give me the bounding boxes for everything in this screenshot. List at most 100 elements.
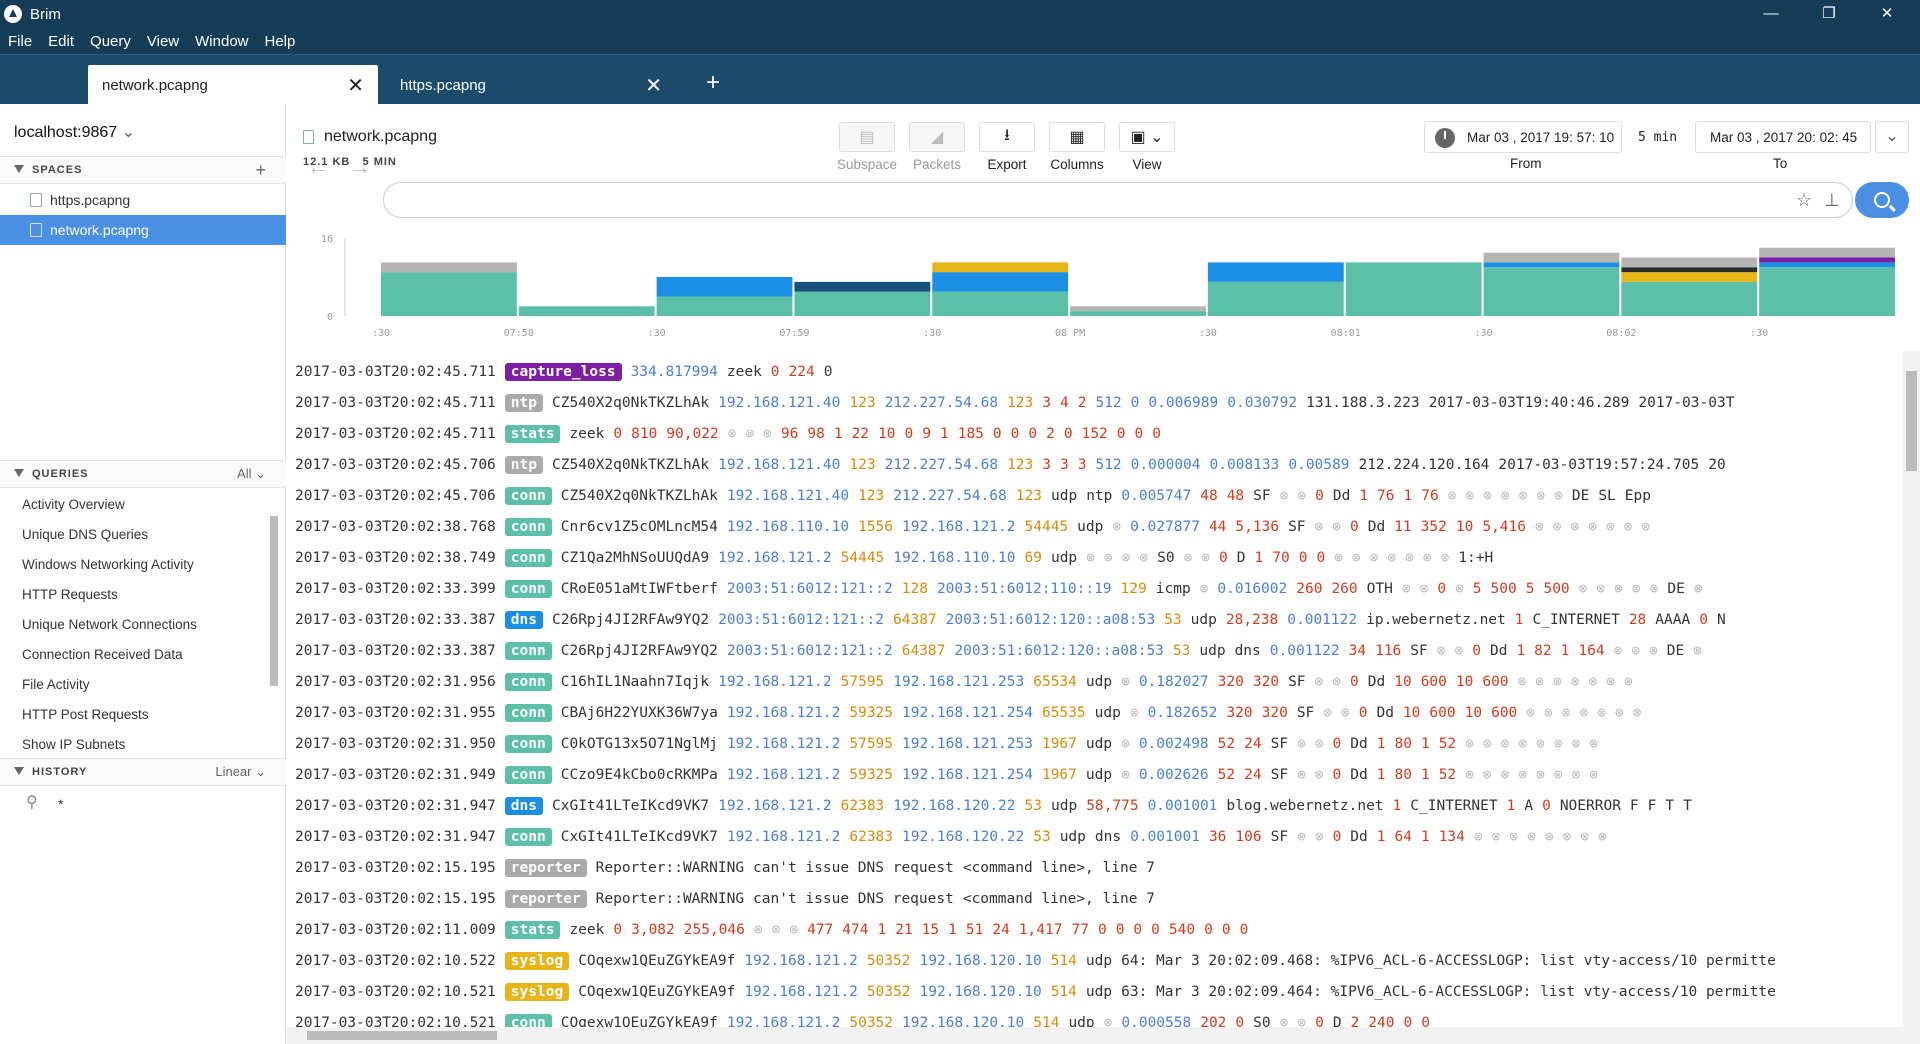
log-type-badge[interactable]: conn	[504, 1014, 552, 1027]
field-cell[interactable]: 1	[1421, 829, 1430, 845]
field-cell[interactable]: udp	[1086, 767, 1112, 783]
null-value-icon[interactable]: ⊗	[1423, 550, 1432, 566]
log-type-badge[interactable]: stats	[504, 425, 561, 443]
search-input[interactable]	[400, 189, 1780, 211]
field-cell[interactable]: 1556	[858, 519, 893, 535]
null-value-icon[interactable]: ⊗	[1465, 767, 1474, 783]
log-type-badge[interactable]: ntp	[504, 456, 543, 474]
field-cell[interactable]: C26Rpj4JI2RFAw9YQ2	[552, 612, 709, 628]
null-value-icon[interactable]: ⊗	[1501, 767, 1510, 783]
field-cell[interactable]: 474	[842, 922, 868, 938]
field-cell[interactable]: CxGIt41LTeIKcd9VK7	[561, 829, 718, 845]
log-type-badge[interactable]: capture_loss	[504, 363, 622, 381]
field-cell[interactable]: 0	[1222, 922, 1231, 938]
field-cell[interactable]: 514	[1033, 1015, 1059, 1027]
histogram-bar-dark[interactable]	[1621, 267, 1758, 273]
histogram-bar-conn[interactable]	[1207, 281, 1344, 316]
field-cell[interactable]: 80	[1394, 736, 1411, 752]
field-cell[interactable]: 2017-03-03T19:40:46.289	[1429, 395, 1630, 411]
field-cell[interactable]: 0	[1316, 550, 1325, 566]
field-cell[interactable]: ip.webernetz.net	[1366, 612, 1506, 628]
field-cell[interactable]: 64: Mar 3 20:02:09.468: %IPV6_ACL-6-ACCE…	[1121, 953, 1776, 969]
null-value-icon[interactable]: ⊗	[1465, 488, 1474, 504]
null-value-icon[interactable]: ⊗	[1474, 829, 1483, 845]
field-cell[interactable]: 0	[1333, 736, 1342, 752]
field-cell[interactable]: 53	[1164, 612, 1181, 628]
null-value-icon[interactable]: ⊗	[1554, 488, 1563, 504]
field-cell[interactable]: 0.182652	[1148, 705, 1218, 721]
field-cell[interactable]: CZ540X2q0NkTKZLhAk	[561, 488, 718, 504]
field-cell[interactable]: 48	[1227, 488, 1244, 504]
null-value-icon[interactable]: ⊗	[1297, 767, 1306, 783]
field-cell[interactable]: 52	[1218, 767, 1235, 783]
field-cell[interactable]: 1	[1377, 736, 1386, 752]
field-cell[interactable]: udp	[1051, 798, 1077, 814]
field-cell[interactable]: 1	[1393, 798, 1402, 814]
field-cell[interactable]: CZ540X2q0NkTKZLhAk	[552, 395, 709, 411]
field-cell[interactable]: 123	[858, 488, 884, 504]
field-cell[interactable]: 0	[1204, 922, 1213, 938]
field-cell[interactable]: 192.168.121.254	[902, 767, 1033, 783]
field-cell[interactable]: 192.168.121.2	[727, 767, 841, 783]
field-cell[interactable]: 260	[1331, 581, 1357, 597]
field-cell[interactable]: udp	[1077, 519, 1103, 535]
queries-filter-select[interactable]: All ⌄	[237, 466, 266, 482]
field-cell[interactable]: 0.002498	[1139, 736, 1209, 752]
field-cell[interactable]: 2003:51:6012:121::2	[718, 612, 884, 628]
field-cell[interactable]: 477	[807, 922, 833, 938]
field-cell[interactable]: 1	[1359, 488, 1368, 504]
null-value-icon[interactable]: ⊗	[1315, 674, 1324, 690]
null-value-icon[interactable]: ⊗	[1571, 674, 1580, 690]
null-value-icon[interactable]: ⊗	[1483, 488, 1492, 504]
field-cell[interactable]: 192.168.120.10	[902, 1015, 1024, 1027]
field-cell[interactable]: 192.168.121.2	[902, 519, 1016, 535]
tab-close-icon[interactable]: ✕	[347, 73, 364, 98]
field-cell[interactable]: 5,416	[1482, 519, 1526, 535]
null-value-icon[interactable]: ⊗	[754, 922, 763, 938]
log-row[interactable]: 2017-03-03T20:02:45.711 capture_loss 334.8…	[295, 359, 841, 385]
field-cell[interactable]: 0	[1117, 426, 1126, 442]
field-cell[interactable]: udp	[1051, 550, 1077, 566]
field-cell[interactable]: SF	[1297, 705, 1314, 721]
histogram-bar-purple[interactable]	[1759, 257, 1895, 263]
histogram-bar-dns[interactable]	[1759, 262, 1895, 268]
log-type-badge[interactable]: conn	[504, 828, 552, 846]
field-cell[interactable]: 0.001122	[1287, 612, 1357, 628]
null-value-icon[interactable]: ⊗	[1589, 767, 1598, 783]
null-value-icon[interactable]: ⊗	[1554, 736, 1563, 752]
export-button[interactable]: ⭳ Export	[977, 122, 1037, 172]
field-cell[interactable]: CZ540X2q0NkTKZLhAk	[552, 457, 709, 473]
field-cell[interactable]: 0	[613, 922, 622, 938]
field-cell[interactable]: CCzo9E4kCbo0cRKMPa	[561, 767, 718, 783]
field-cell[interactable]: udp	[1095, 705, 1121, 721]
add-space-button[interactable]: +	[255, 160, 266, 181]
null-value-icon[interactable]: ⊗	[1562, 705, 1571, 721]
null-value-icon[interactable]: ⊗	[1184, 550, 1193, 566]
null-value-icon[interactable]: ⊗	[1332, 674, 1341, 690]
log-row[interactable]: 2017-03-03T20:02:31.955 conn CBAj6H22YUXK3…	[295, 700, 1650, 726]
time-from-picker[interactable]: Mar 03 , 2017 19: 57: 10	[1424, 121, 1622, 153]
field-cell[interactable]: 0	[1421, 1015, 1430, 1027]
null-value-icon[interactable]: ⊗	[1536, 736, 1545, 752]
null-value-icon[interactable]: ⊗	[1545, 829, 1554, 845]
field-cell[interactable]: udp	[1199, 643, 1225, 659]
histogram-bar-conn[interactable]	[1070, 311, 1206, 316]
field-cell[interactable]: blog.webernetz.net	[1226, 798, 1383, 814]
field-cell[interactable]: 2	[1078, 395, 1087, 411]
field-cell[interactable]: 0	[1333, 829, 1342, 845]
field-cell[interactable]: 64387	[902, 643, 946, 659]
field-cell[interactable]: 320	[1218, 674, 1244, 690]
field-cell[interactable]: S0	[1253, 1015, 1270, 1027]
field-cell[interactable]: 62383	[849, 829, 893, 845]
field-cell[interactable]: 0.00589	[1288, 457, 1349, 473]
field-cell[interactable]: SF	[1288, 519, 1305, 535]
spaces-header[interactable]: SPACES +	[0, 156, 286, 184]
maximize-button[interactable]: ❐	[1800, 0, 1858, 28]
menu-file[interactable]: File	[8, 33, 32, 50]
field-cell[interactable]: 352	[1421, 519, 1447, 535]
field-cell[interactable]: C16hIL1Naahn7Iqjk	[561, 674, 709, 690]
histogram-bar-navy[interactable]	[794, 281, 931, 292]
field-cell[interactable]: 192.168.110.10	[727, 519, 849, 535]
null-value-icon[interactable]: ⊗	[728, 426, 737, 442]
field-cell[interactable]: 0	[1028, 426, 1037, 442]
